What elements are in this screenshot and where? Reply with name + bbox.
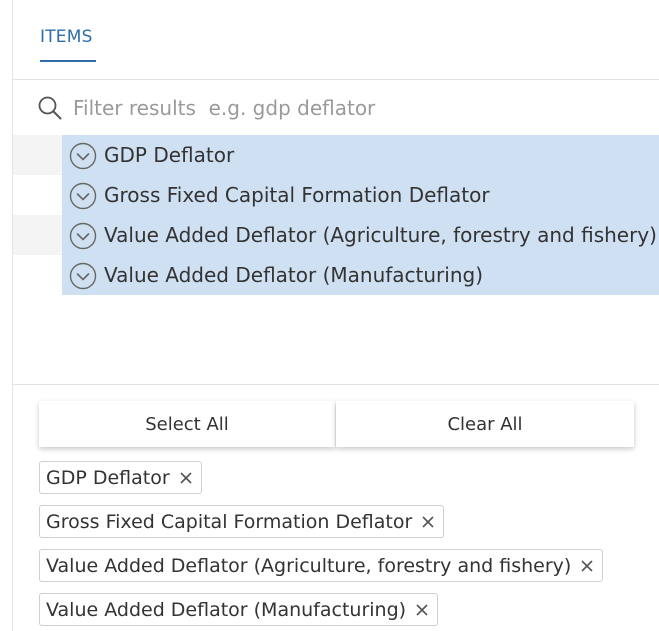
row-stripe — [13, 215, 62, 255]
result-label: Value Added Deflator (Agriculture, fores… — [104, 223, 657, 247]
results-list: GDP Deflator Gross Fixed Capital Formati… — [13, 135, 659, 385]
selected-chip: Gross Fixed Capital Formation Deflator — [39, 505, 445, 538]
close-icon[interactable] — [415, 603, 429, 617]
row-stripe — [13, 135, 62, 175]
check-circle-icon[interactable] — [69, 142, 97, 170]
selected-chip: GDP Deflator — [39, 461, 202, 494]
selected-chip: Value Added Deflator (Agriculture, fores… — [39, 549, 604, 582]
items-panel: ITEMS GDP Deflator Gross Fixed C — [12, 0, 659, 631]
close-icon[interactable] — [421, 515, 435, 529]
result-row[interactable]: GDP Deflator — [13, 135, 659, 175]
active-tab-indicator — [40, 60, 96, 62]
close-icon[interactable] — [580, 559, 594, 573]
close-icon[interactable] — [179, 471, 193, 485]
chip-label: GDP Deflator — [46, 466, 170, 489]
bulk-actions: Select All Clear All — [39, 401, 635, 447]
chip-label: Value Added Deflator (Agriculture, fores… — [46, 554, 572, 577]
check-circle-icon[interactable] — [69, 222, 97, 250]
search-icon — [38, 96, 62, 120]
tab-bar: ITEMS — [13, 0, 659, 80]
clear-all-button[interactable]: Clear All — [336, 401, 634, 447]
check-circle-icon[interactable] — [69, 182, 97, 210]
tab-items[interactable]: ITEMS — [40, 27, 93, 47]
chip-label: Gross Fixed Capital Formation Deflator — [46, 510, 413, 533]
row-stripe — [13, 255, 62, 295]
result-row[interactable]: Value Added Deflator (Manufacturing) — [13, 255, 659, 295]
result-label: GDP Deflator — [104, 143, 235, 167]
check-circle-icon[interactable] — [69, 262, 97, 290]
result-row[interactable]: Gross Fixed Capital Formation Deflator — [13, 175, 659, 215]
result-label: Gross Fixed Capital Formation Deflator — [104, 183, 490, 207]
result-label: Value Added Deflator (Manufacturing) — [104, 263, 484, 287]
selected-chip: Value Added Deflator (Manufacturing) — [39, 593, 439, 626]
select-all-button[interactable]: Select All — [39, 401, 335, 447]
row-stripe — [13, 175, 62, 215]
search-bar — [13, 80, 659, 135]
chip-label: Value Added Deflator (Manufacturing) — [46, 598, 407, 621]
search-input[interactable] — [73, 92, 633, 124]
result-row[interactable]: Value Added Deflator (Agriculture, fores… — [13, 215, 659, 255]
